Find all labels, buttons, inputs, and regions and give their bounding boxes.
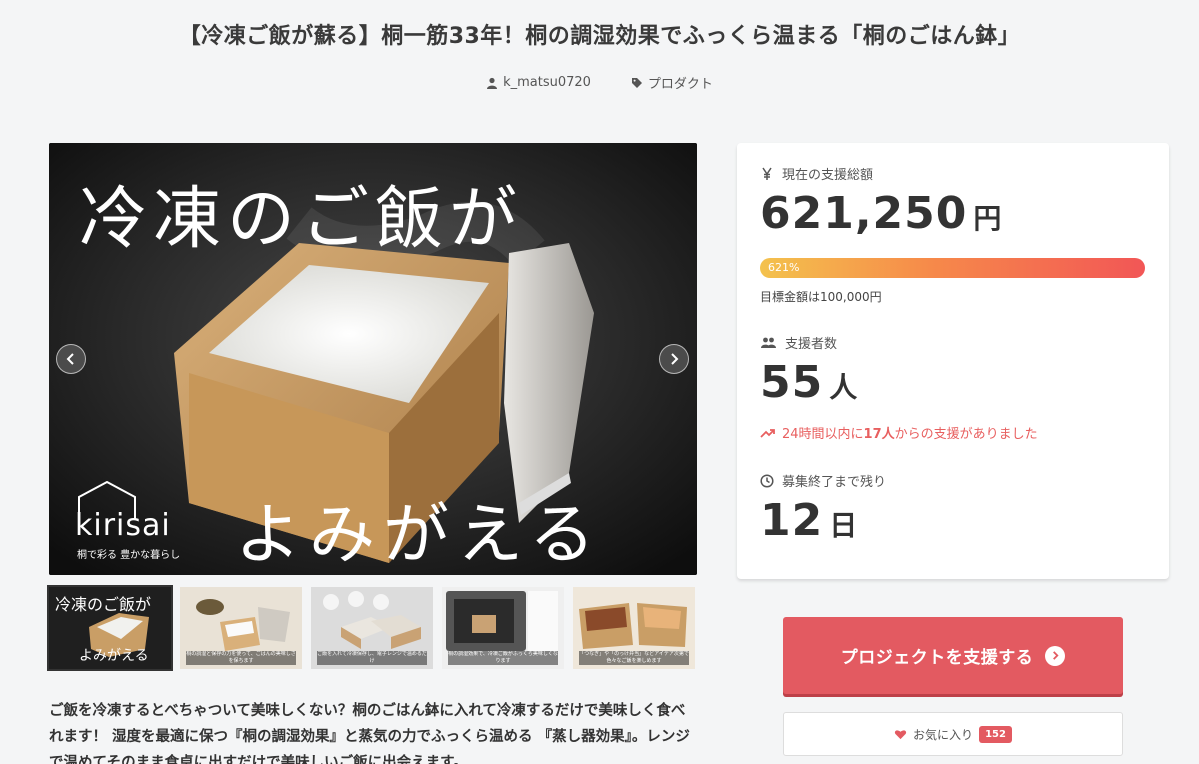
progress-bar: 621%: [760, 258, 1145, 278]
brand-logo: kirisai: [75, 508, 171, 543]
chevron-left-icon: [66, 353, 74, 365]
trend-suffix: からの支援がありました: [894, 427, 1038, 442]
heart-icon: [894, 729, 907, 739]
remaining-days: 12 日: [760, 495, 858, 546]
trend-count: 17人: [863, 427, 895, 442]
tag-icon: [631, 77, 642, 88]
backers-label-text: 支援者数: [785, 337, 838, 352]
backers-count-value: 55: [760, 357, 824, 408]
chevron-right-icon: [671, 353, 679, 365]
total-amount-value: 621,250: [760, 188, 968, 239]
thumbnail-2[interactable]: 桐の調湿と保存の力を使って、ごはんの美味しさを保ちます: [180, 587, 302, 669]
project-meta: k_matsu0720 プロダクト: [0, 73, 1199, 92]
remaining-days-unit: 日: [829, 509, 859, 542]
total-label: 現在の支援総額: [760, 164, 873, 183]
hero-image: 冷凍のご飯が よみがえる kirisai 桐で彩る 豊かな暮らし: [49, 143, 697, 575]
remaining-days-value: 12: [760, 495, 824, 546]
thumbnail-strip: 冷凍のご飯が よみがえる 桐の調湿と保存の力を使って、ごはんの美味しさを保ちます…: [47, 585, 697, 671]
thumbnail-headline: 冷凍のご飯が: [55, 595, 152, 614]
clock-icon: [760, 473, 774, 488]
support-project-button[interactable]: プロジェクトを支援する: [783, 617, 1123, 694]
thumbnail-caption: 桐の調湿と保存の力を使って、ごはんの美味しさを保ちます: [186, 651, 296, 665]
thumbnail-1[interactable]: 冷凍のご飯が よみがえる: [47, 585, 173, 671]
thumbnail-4[interactable]: 桐の調湿効果で、冷凍ご飯がふっくら美味しくなります: [442, 587, 564, 669]
goal-amount: 目標金額は100,000円: [760, 290, 882, 304]
trend-prefix: 24時間以内に: [782, 427, 864, 442]
author-link[interactable]: k_matsu0720: [486, 73, 591, 92]
next-image-button[interactable]: [659, 344, 689, 374]
thumbnail-5[interactable]: 「つなぎ」や「のっけ弁当」などアイデア次第で色々なご飯を楽しめます: [573, 587, 695, 669]
thumbnail-subline: よみがえる: [79, 648, 149, 664]
favorite-count-badge: 152: [979, 725, 1012, 743]
trending-up-icon: [760, 428, 775, 438]
support-button-label: プロジェクトを支援する: [840, 648, 1034, 668]
arrow-right-circle-icon: [1045, 645, 1066, 666]
author-name: k_matsu0720: [503, 75, 591, 90]
backers-label: 支援者数: [760, 333, 837, 352]
brand-tagline: 桐で彩る 豊かな暮らし: [77, 550, 181, 561]
hero-headline: 冷凍のご飯が: [79, 180, 524, 259]
user-icon: [487, 77, 498, 89]
thumbnail-caption: 「つなぎ」や「のっけ弁当」などアイデア次第で色々なご飯を楽しめます: [579, 651, 689, 665]
favorite-button[interactable]: お気に入り 152: [783, 712, 1123, 756]
hero-subline: よみがえる: [235, 496, 604, 573]
remaining-label-text: 募集終了まで残り: [782, 475, 887, 490]
backers-count-unit: 人: [829, 371, 859, 404]
funding-panel: 現在の支援総額 621,250 円 621% 目標金額は100,000円 支援者数…: [737, 143, 1169, 579]
total-amount: 621,250 円: [760, 188, 1002, 239]
recent-backers-note: 24時間以内に17人からの支援がありました: [760, 423, 1038, 442]
users-icon: [761, 337, 776, 348]
backers-count: 55 人: [760, 357, 858, 408]
thumbnail-caption: 桐の調湿効果で、冷凍ご飯がふっくら美味しくなります: [448, 651, 558, 665]
thumbnail-caption: ご飯を入れて冷凍保存し、電子レンジで温めるだけ: [317, 651, 427, 665]
favorite-label: お気に入り: [913, 727, 974, 742]
prev-image-button[interactable]: [56, 344, 86, 374]
yen-icon: [762, 167, 772, 180]
category-name: プロダクト: [647, 77, 713, 92]
progress-percent: 621%: [768, 261, 800, 274]
project-description: ご飯を冷凍するとべちゃついて美味しくない？桐のごはん鉢に入れて冷凍するだけで美味…: [49, 703, 690, 764]
category-link[interactable]: プロダクト: [631, 73, 713, 92]
thumbnail-3[interactable]: ご飯を入れて冷凍保存し、電子レンジで温めるだけ: [311, 587, 433, 669]
remaining-label: 募集終了まで残り: [760, 471, 886, 490]
total-amount-unit: 円: [973, 202, 1003, 235]
total-label-text: 現在の支援総額: [782, 168, 874, 183]
page-title: 【冷凍ご飯が蘇る】桐一筋33年！桐の調湿効果でふっくら温まる「桐のごはん鉢」: [178, 24, 1021, 49]
